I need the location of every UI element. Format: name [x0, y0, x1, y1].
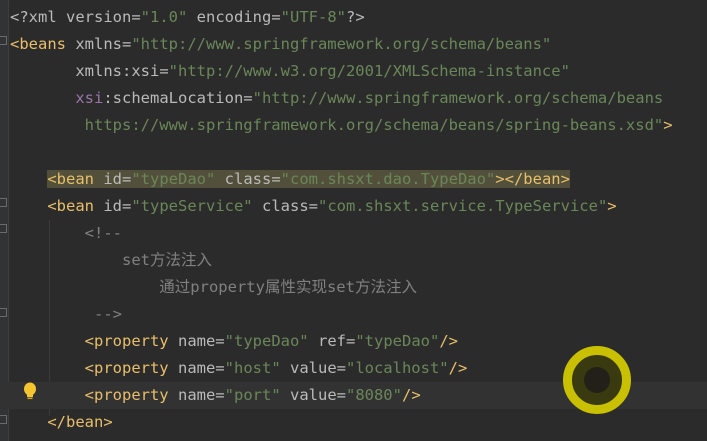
click-cursor-icon: [563, 346, 631, 414]
code-token: "8080": [345, 386, 402, 404]
code-token: <property: [84, 386, 178, 404]
code-token: "port": [224, 386, 281, 404]
code-token: >: [607, 197, 617, 215]
code-token: "1.0": [140, 8, 188, 26]
code-token: set方法注入: [10, 251, 212, 269]
code-line[interactable]: xsi:schemaLocation="http://www.springfra…: [0, 85, 707, 112]
code-token: ></bean>: [495, 170, 570, 188]
code-token: encoding=: [187, 8, 281, 26]
code-line[interactable]: xmlns:xsi="http://www.w3.org/2001/XMLSch…: [0, 58, 707, 85]
code-line[interactable]: [0, 139, 707, 166]
code-token: <bean: [47, 170, 104, 188]
code-token: "typeDao": [355, 332, 440, 350]
code-token: xmlns=: [75, 35, 132, 53]
code-token: ?>: [345, 8, 365, 26]
code-token: id=: [103, 197, 132, 215]
code-token: class=: [215, 170, 281, 188]
code-token: <property: [84, 332, 178, 350]
code-token: ref=: [308, 332, 356, 350]
code-token: value=: [280, 359, 346, 377]
code-line[interactable]: set方法注入: [0, 247, 707, 274]
code-token: />: [401, 386, 421, 404]
code-token: "com.shsxt.service.TypeService": [317, 197, 608, 215]
code-token: https://www.springframework.org/schema/b…: [84, 116, 664, 134]
code-token: <bean: [47, 197, 104, 215]
code-line[interactable]: https://www.springframework.org/schema/b…: [0, 112, 707, 139]
code-token: id=: [103, 170, 132, 188]
code-line[interactable]: <bean id="typeService" class="com.shsxt.…: [0, 193, 707, 220]
code-token: "localhost": [345, 359, 449, 377]
code-line[interactable]: 通过property属性实现set方法注入: [0, 274, 707, 301]
code-token: "http://www.springframework.org/schema/b…: [252, 89, 664, 107]
code-line[interactable]: <beans xmlns="http://www.springframework…: [0, 31, 707, 58]
code-token: "host": [224, 359, 281, 377]
code-token: "typeService": [131, 197, 253, 215]
code-token: <property: [84, 359, 178, 377]
code-token: <!--: [10, 224, 122, 242]
code-line[interactable]: -->: [0, 301, 707, 328]
code-token: "typeDao": [224, 332, 309, 350]
code-token: name=: [177, 386, 225, 404]
code-token: />: [439, 332, 458, 350]
code-token: -->: [10, 305, 122, 323]
lightbulb-icon[interactable]: [22, 382, 38, 400]
code-token: :schemaLocation=: [103, 89, 253, 107]
code-token: <?xml version=: [10, 8, 141, 26]
code-token: xsi: [75, 89, 104, 107]
code-line[interactable]: <bean id="typeDao" class="com.shsxt.dao.…: [0, 166, 707, 193]
code-token: name=: [177, 332, 225, 350]
code-token: >: [663, 116, 673, 134]
code-token: />: [448, 359, 468, 377]
code-token: name=: [177, 359, 225, 377]
code-token: "http://www.springframework.org/schema/b…: [131, 35, 552, 53]
code-token: </bean>: [47, 413, 113, 431]
code-token: <beans: [10, 35, 76, 53]
code-token: class=: [252, 197, 318, 215]
code-line[interactable]: <?xml version="1.0" encoding="UTF-8"?>: [0, 4, 707, 31]
code-line[interactable]: <!--: [0, 220, 707, 247]
code-editor[interactable]: <?xml version="1.0" encoding="UTF-8"?> <b…: [0, 0, 707, 441]
code-token: "UTF-8": [280, 8, 346, 26]
code-token: xmlns:xsi=: [75, 62, 169, 80]
code-token: value=: [280, 386, 346, 404]
code-token: "com.shsxt.dao.TypeDao": [280, 170, 496, 188]
code-token: "typeDao": [131, 170, 216, 188]
code-token: 通过property属性实现set方法注入: [10, 278, 417, 296]
code-token: "http://www.w3.org/2001/XMLSchema-instan…: [168, 62, 570, 80]
